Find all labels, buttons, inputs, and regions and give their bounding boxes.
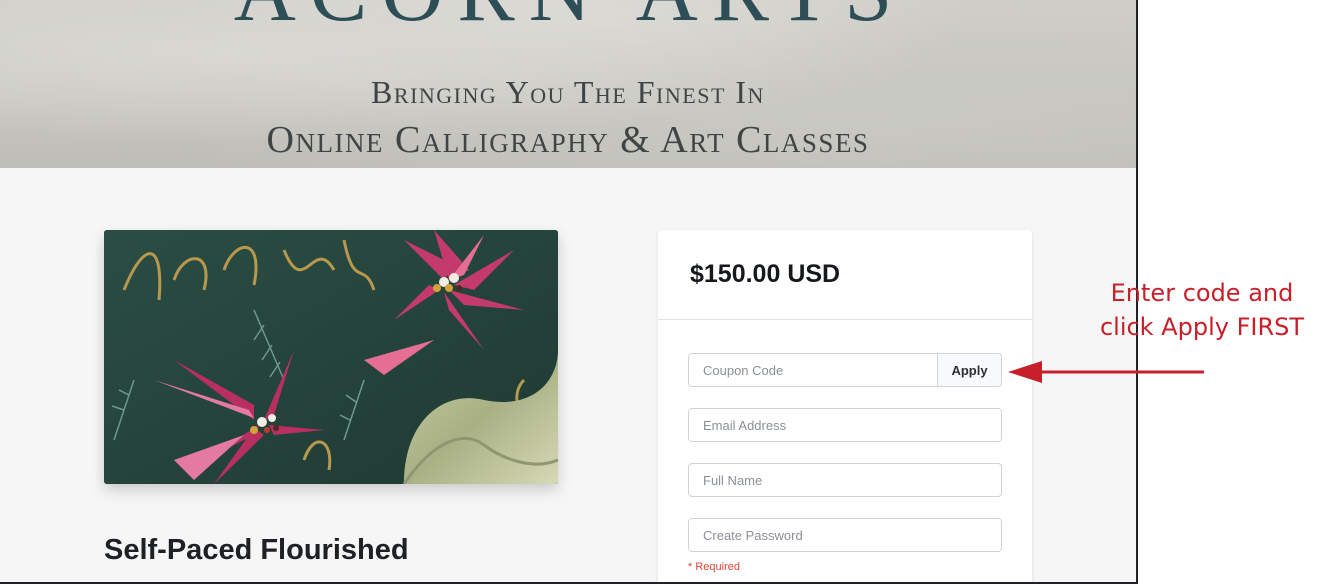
hero-tagline-line1: Bringing You The Finest In <box>371 74 765 110</box>
poinsettia-artwork <box>104 230 558 484</box>
product-content: Self-Paced Flourished $150.00 USD Apply … <box>0 168 1136 582</box>
checkout-card: $150.00 USD Apply * Required <box>658 230 1032 582</box>
product-title: Self-Paced Flourished <box>104 534 409 566</box>
product-price: $150.00 USD <box>690 260 841 288</box>
instruction-annotation: Enter code and click Apply FIRST <box>1082 276 1322 344</box>
screenshot-frame: ACORN ARTS Bringing You The Finest In On… <box>0 0 1138 584</box>
full-name-field[interactable] <box>688 463 1002 497</box>
hero-tagline-line2: Online Calligraphy & Art Classes <box>266 119 870 161</box>
create-password-field[interactable] <box>688 518 1002 552</box>
apply-coupon-button[interactable]: Apply <box>937 354 1001 386</box>
required-note: * Required <box>688 561 740 573</box>
hero-banner: ACORN ARTS Bringing You The Finest In On… <box>0 0 1136 168</box>
card-divider <box>658 319 1032 320</box>
site-logo-text: ACORN ARTS <box>180 0 960 34</box>
annotation-line2: click Apply FIRST <box>1099 313 1305 341</box>
annotation-line1: Enter code and <box>1110 279 1294 307</box>
coupon-code-input[interactable] <box>689 354 937 386</box>
email-field[interactable] <box>688 408 1002 442</box>
coupon-group: Apply <box>688 353 1002 387</box>
product-image <box>104 230 558 484</box>
